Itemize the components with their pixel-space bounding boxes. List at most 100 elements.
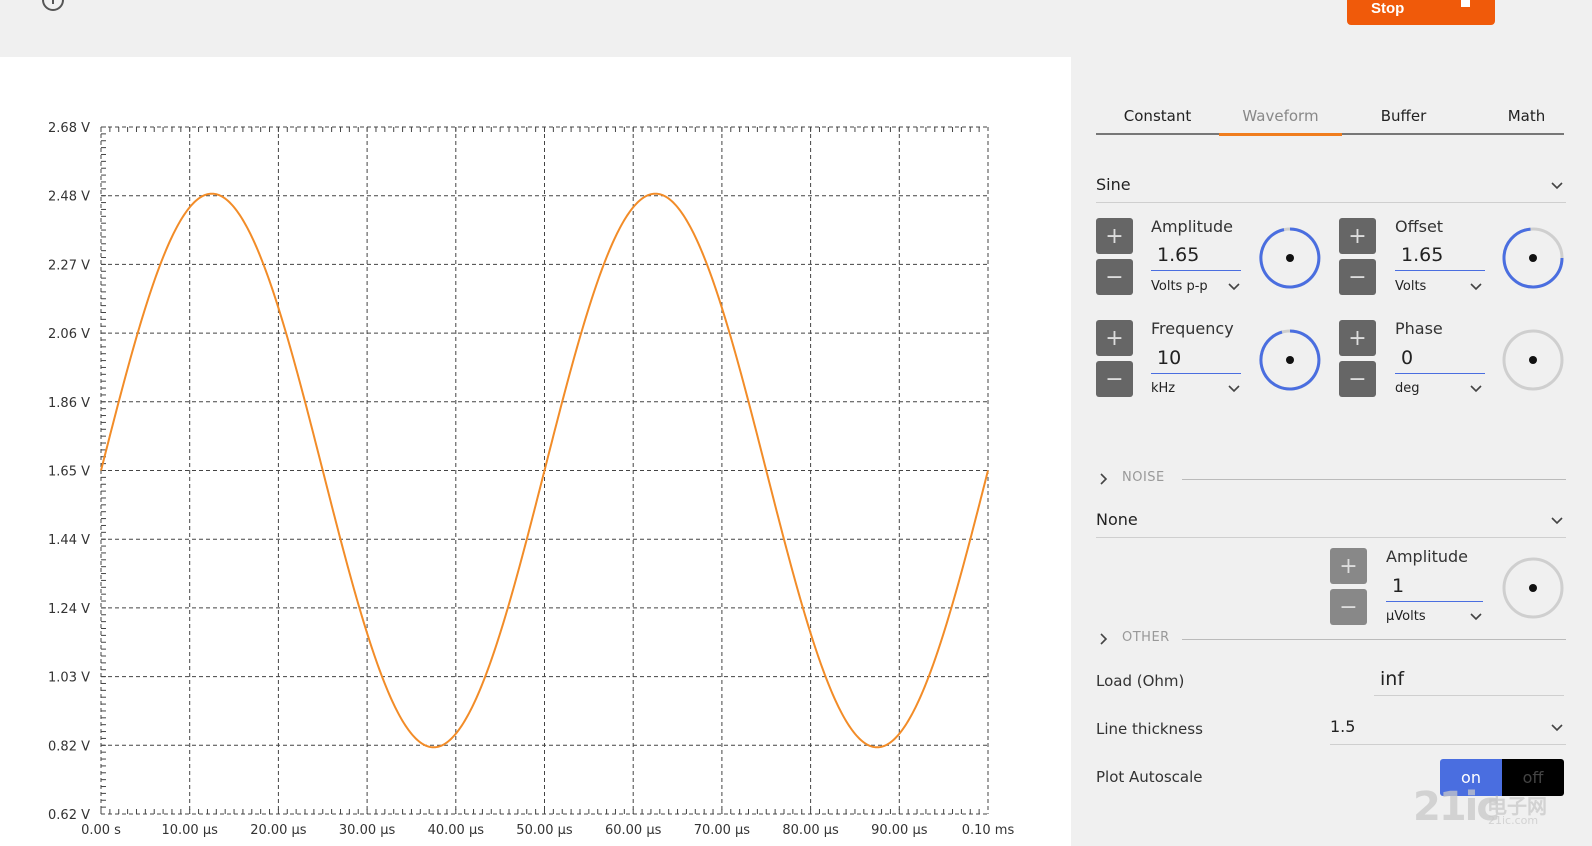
noise-amplitude-knob[interactable]	[1501, 556, 1565, 620]
y-tick-label: 2.27 V	[48, 258, 90, 273]
plot-svg: 2.68 V 2.48 V 2.27 V 2.06 V 1.86 V 1.65 V 1.44…	[48, 121, 1015, 838]
x-tick-label: 0.00 s	[81, 823, 121, 838]
waveform-settings-panel: Constant Waveform Buffer Math Sine + − A…	[1071, 57, 1592, 846]
offset-unit-select[interactable]: Volts	[1395, 279, 1487, 297]
waveform-type-select[interactable]: Sine	[1096, 167, 1566, 203]
y-tick-label: 1.86 V	[48, 396, 90, 411]
frequency-input[interactable]	[1151, 342, 1241, 374]
x-tick-label: 80.00 µs	[782, 823, 839, 838]
phase-label: Phase	[1395, 319, 1443, 338]
y-tick-label: 1.03 V	[48, 671, 90, 686]
chevron-down-icon	[1551, 724, 1563, 732]
noise-amplitude-unit-select[interactable]: µVolts	[1386, 609, 1486, 627]
other-section-label: OTHER	[1122, 630, 1170, 645]
stop-button[interactable]: Stop	[1347, 0, 1495, 25]
tab-buffer[interactable]: Buffer	[1342, 97, 1465, 135]
frequency-unit-select[interactable]: kHz	[1151, 381, 1243, 399]
x-tick-label: 60.00 µs	[605, 823, 662, 838]
top-bar: Stop	[0, 0, 1592, 57]
watermark-text: 21ic	[1413, 784, 1500, 830]
phase-input[interactable]	[1395, 342, 1485, 374]
chevron-down-icon	[1228, 283, 1240, 291]
offset-unit-value: Volts	[1395, 279, 1427, 294]
chevron-down-icon	[1551, 182, 1563, 190]
offset-minus-button[interactable]: −	[1339, 259, 1376, 295]
plot-autoscale-label: Plot Autoscale	[1096, 768, 1203, 786]
section-divider	[1182, 479, 1566, 480]
y-tick-label: 0.62 V	[48, 808, 90, 823]
phase-minus-button[interactable]: −	[1339, 361, 1376, 397]
x-tick-label: 0.10 ms	[962, 823, 1015, 838]
tab-active-indicator	[1219, 133, 1342, 136]
y-tick-label: 1.24 V	[48, 602, 90, 617]
phase-unit-value: deg	[1395, 381, 1420, 396]
frequency-label: Frequency	[1151, 319, 1234, 338]
x-tick-label: 10.00 µs	[161, 823, 218, 838]
y-tick-label: 2.68 V	[48, 121, 90, 136]
offset-plus-button[interactable]: +	[1339, 218, 1376, 254]
chevron-down-icon	[1551, 517, 1563, 525]
load-input[interactable]	[1374, 662, 1564, 696]
amplitude-unit-value: Volts p-p	[1151, 279, 1208, 294]
chevron-right-icon	[1100, 473, 1108, 485]
y-tick-label: 2.48 V	[48, 190, 90, 205]
watermark-sub-text: 21ic.com	[1488, 814, 1539, 827]
frequency-plus-button[interactable]: +	[1096, 320, 1133, 356]
stop-square-icon	[1461, 0, 1470, 7]
amplitude-input[interactable]	[1151, 239, 1241, 271]
offset-label: Offset	[1395, 217, 1444, 236]
site-watermark: 21ic 电子网 21ic.com	[1413, 784, 1592, 840]
x-tick-label: 70.00 µs	[694, 823, 751, 838]
amplitude-unit-select[interactable]: Volts p-p	[1151, 279, 1243, 297]
noise-amplitude-plus-button[interactable]: +	[1330, 548, 1367, 584]
noise-amplitude-unit-value: µVolts	[1386, 609, 1426, 624]
line-thickness-value: 1.5	[1330, 717, 1356, 736]
tab-bar: Constant Waveform Buffer Math	[1096, 97, 1564, 137]
phase-knob[interactable]	[1501, 328, 1565, 392]
line-thickness-select[interactable]: 1.5	[1330, 709, 1566, 745]
waveform-plot[interactable]: 2.68 V 2.48 V 2.27 V 2.06 V 1.86 V 1.65 V 1.44…	[0, 57, 1071, 846]
x-tick-label: 90.00 µs	[871, 823, 928, 838]
tab-waveform[interactable]: Waveform	[1219, 97, 1342, 135]
stop-button-label: Stop	[1371, 0, 1405, 17]
chevron-down-icon	[1470, 613, 1482, 621]
amplitude-label: Amplitude	[1151, 217, 1233, 236]
chevron-down-icon	[1470, 385, 1482, 393]
offset-input[interactable]	[1395, 239, 1485, 271]
noise-type-select[interactable]: None	[1096, 502, 1566, 538]
frequency-minus-button[interactable]: −	[1096, 361, 1133, 397]
tab-math[interactable]: Math	[1465, 97, 1588, 135]
waveform-type-value: Sine	[1096, 175, 1131, 194]
noise-amplitude-minus-button[interactable]: −	[1330, 589, 1367, 625]
x-tick-label: 40.00 µs	[428, 823, 485, 838]
amplitude-knob[interactable]	[1258, 226, 1322, 290]
tab-constant[interactable]: Constant	[1096, 97, 1219, 135]
x-tick-label: 20.00 µs	[250, 823, 307, 838]
y-tick-label: 1.65 V	[48, 465, 90, 480]
noise-amplitude-input[interactable]	[1386, 570, 1483, 602]
chevron-down-icon	[1470, 283, 1482, 291]
y-tick-label: 2.06 V	[48, 327, 90, 342]
phase-unit-select[interactable]: deg	[1395, 381, 1487, 399]
chevron-right-icon	[1100, 633, 1108, 645]
y-tick-label: 1.44 V	[48, 533, 90, 548]
noise-amplitude-label: Amplitude	[1386, 547, 1468, 566]
noise-type-value: None	[1096, 510, 1138, 529]
line-thickness-label: Line thickness	[1096, 720, 1203, 738]
x-tick-label: 30.00 µs	[339, 823, 396, 838]
y-tick-label: 0.82 V	[48, 739, 90, 754]
chevron-down-icon	[1228, 385, 1240, 393]
other-section-header[interactable]: OTHER	[1096, 629, 1566, 649]
phase-plus-button[interactable]: +	[1339, 320, 1376, 356]
frequency-unit-value: kHz	[1151, 381, 1176, 396]
info-icon[interactable]	[41, 0, 65, 12]
noise-section-label: NOISE	[1122, 470, 1165, 485]
amplitude-minus-button[interactable]: −	[1096, 259, 1133, 295]
load-label: Load (Ohm)	[1096, 672, 1185, 690]
frequency-knob[interactable]	[1258, 328, 1322, 392]
amplitude-plus-button[interactable]: +	[1096, 218, 1133, 254]
x-tick-label: 50.00 µs	[516, 823, 573, 838]
offset-knob[interactable]	[1501, 226, 1565, 290]
section-divider	[1182, 639, 1566, 640]
noise-section-header[interactable]: NOISE	[1096, 469, 1566, 489]
